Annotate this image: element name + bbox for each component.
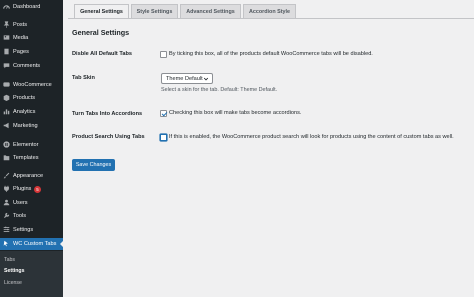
menu-tools[interactable]: Tools bbox=[0, 210, 63, 222]
admin-sidebar: Dashboard Posts Media Pages Comments Woo… bbox=[0, 0, 64, 297]
submenu: Tabs Settings License bbox=[0, 251, 63, 297]
menu-label: Marketing bbox=[13, 123, 38, 129]
menu-settings[interactable]: Settings bbox=[0, 224, 63, 236]
tab-skin-label: Tab Skin bbox=[72, 75, 95, 81]
menu-plugins[interactable]: Plugins 5 bbox=[0, 183, 63, 195]
tab-divider bbox=[68, 18, 474, 19]
menu-products[interactable]: Products bbox=[0, 92, 63, 104]
disable-tabs-checkbox[interactable] bbox=[160, 51, 167, 58]
page-title: General Settings bbox=[72, 28, 130, 37]
tab-skin-value: Theme Default bbox=[166, 75, 203, 82]
page-icon bbox=[3, 48, 10, 55]
box-icon bbox=[3, 94, 10, 101]
menu-comments[interactable]: Comments bbox=[0, 60, 63, 72]
menu-label: Templates bbox=[13, 155, 39, 161]
menu-label: Media bbox=[13, 35, 29, 41]
menu-analytics[interactable]: Analytics bbox=[0, 106, 63, 118]
menu-templates[interactable]: Templates bbox=[0, 152, 63, 164]
settings-icon bbox=[3, 226, 10, 233]
chevron-down-icon bbox=[203, 76, 209, 82]
menu-pages[interactable]: Pages bbox=[0, 46, 63, 58]
accordion-description: Checking this box will make tabs become … bbox=[169, 110, 302, 116]
tab-general-settings[interactable]: General Settings bbox=[74, 4, 129, 19]
menu-label: Users bbox=[13, 200, 28, 206]
chart-icon bbox=[3, 108, 10, 115]
brush-icon bbox=[3, 172, 10, 179]
accordion-checkbox[interactable] bbox=[160, 110, 167, 117]
menu-label: Dashboard bbox=[13, 4, 41, 10]
accordion-label: Turn Tabs Into Accordions bbox=[72, 111, 143, 117]
comment-icon bbox=[3, 62, 10, 69]
menu-label: Settings bbox=[13, 227, 34, 233]
plug-icon bbox=[3, 185, 10, 192]
menu-dashboard[interactable]: Dashboard bbox=[0, 1, 63, 13]
submenu-license[interactable]: License bbox=[4, 280, 22, 286]
menu-label: Plugins bbox=[13, 186, 32, 192]
menu-label: Appearance bbox=[13, 173, 44, 179]
media-icon bbox=[3, 34, 10, 41]
menu-label: Products bbox=[13, 95, 36, 101]
woo-icon bbox=[3, 81, 10, 88]
menu-label: Pages bbox=[13, 49, 29, 55]
save-changes-button[interactable]: Save Changes bbox=[72, 159, 115, 171]
product-search-description: If this is enabled, the WooCommerce prod… bbox=[169, 134, 454, 140]
menu-wc-custom-tabs[interactable]: WC Custom Tabs bbox=[0, 238, 64, 250]
menu-users[interactable]: Users bbox=[0, 197, 63, 209]
menu-media[interactable]: Media bbox=[0, 32, 63, 44]
tab-style-settings[interactable]: Style Settings bbox=[131, 4, 178, 18]
menu-label: Comments bbox=[13, 63, 41, 69]
menu-appearance[interactable]: Appearance bbox=[0, 170, 63, 182]
menu-label: Elementor bbox=[13, 142, 39, 148]
user-icon bbox=[3, 199, 10, 206]
tab-advanced-settings[interactable]: Advanced Settings bbox=[180, 4, 241, 18]
menu-posts[interactable]: Posts bbox=[0, 19, 63, 31]
menu-elementor[interactable]: Elementor bbox=[0, 139, 63, 151]
folder-icon bbox=[3, 154, 10, 161]
update-count-badge: 5 bbox=[34, 186, 41, 193]
disable-tabs-label: Disble All Default Tabs bbox=[72, 51, 132, 57]
elementor-icon bbox=[3, 141, 10, 148]
pin-icon bbox=[3, 21, 10, 28]
product-search-checkbox[interactable] bbox=[160, 134, 167, 141]
tabs-icon bbox=[3, 240, 10, 247]
menu-label: Tools bbox=[13, 213, 27, 219]
menu-label: WooCommerce bbox=[13, 82, 52, 88]
tab-skin-help: Select a skin for the tab. Default: Them… bbox=[161, 87, 278, 93]
menu-label: Posts bbox=[13, 22, 27, 28]
wrench-icon bbox=[3, 212, 10, 219]
menu-label: Analytics bbox=[13, 109, 36, 115]
dashboard-icon bbox=[3, 3, 10, 10]
tab-accordion-style[interactable]: Accordion Style bbox=[243, 4, 296, 18]
tab-skin-select[interactable]: Theme Default bbox=[161, 73, 213, 84]
megaphone-icon bbox=[3, 122, 10, 129]
submenu-settings[interactable]: Settings bbox=[4, 268, 24, 274]
submenu-tabs[interactable]: Tabs bbox=[4, 257, 15, 263]
product-search-label: Product Search Using Tabs bbox=[72, 134, 145, 140]
disable-tabs-description: By ticking this box, all of the products… bbox=[169, 51, 373, 57]
menu-woocommerce[interactable]: WooCommerce bbox=[0, 79, 63, 91]
menu-label: WC Custom Tabs bbox=[13, 241, 57, 247]
menu-marketing[interactable]: Marketing bbox=[0, 120, 63, 132]
